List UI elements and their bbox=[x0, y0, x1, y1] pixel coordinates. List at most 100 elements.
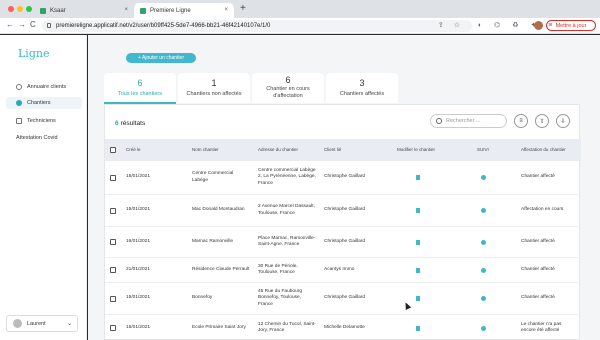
ksaar-favicon-icon bbox=[40, 7, 46, 14]
table-row[interactable]: 15/01/2021 Ecole Primaire Saint Jory 12 … bbox=[105, 315, 581, 340]
upload-button[interactable]: ⇧ bbox=[535, 114, 549, 128]
column-header[interactable]: Modifier le chantier bbox=[397, 139, 435, 161]
created-date: 16/01/2021 bbox=[126, 238, 151, 244]
linked-client: Christophe Gaillard bbox=[324, 207, 366, 213]
profile-avatar[interactable] bbox=[534, 21, 543, 30]
column-header[interactable]: Client lié bbox=[324, 139, 341, 161]
address-bar[interactable]: premiereligne.applicatif.net/v2/user/b09… bbox=[42, 20, 472, 32]
table-row[interactable]: 15/01/2021 Bonnefoy 45 Rue du Faubourg B… bbox=[105, 283, 581, 315]
linked-client: Christophe Gaillard bbox=[324, 238, 366, 244]
view-icon[interactable] bbox=[481, 227, 486, 257]
user-name: Laurent bbox=[27, 320, 46, 327]
window-minimize-button[interactable] bbox=[17, 6, 23, 12]
filter-button[interactable]: ≡ bbox=[514, 114, 528, 128]
table-header: Créé le Nom chantier Adresse du chantier… bbox=[105, 139, 581, 161]
chantier-address: 2 Avenue Marcel Dassault, Toulouse, Fran… bbox=[258, 204, 315, 216]
update-browser-button[interactable]: Mettre à jour bbox=[546, 20, 596, 31]
edit-icon[interactable] bbox=[416, 315, 420, 340]
chantier-name: Marnac Ramonville bbox=[192, 238, 234, 244]
column-header[interactable]: Nom chantier bbox=[192, 139, 219, 161]
assignment-status: Chantier affecté bbox=[521, 266, 555, 272]
table-row[interactable]: 16/01/2021 Marnac Ramonville Place Marna… bbox=[105, 227, 581, 258]
edit-icon[interactable] bbox=[416, 195, 420, 226]
table-row[interactable]: 15/01/2021 Mac Donald Montaudran 2 Avenu… bbox=[105, 195, 581, 227]
back-button[interactable]: ← bbox=[6, 20, 14, 29]
reload-button[interactable]: C bbox=[30, 20, 36, 29]
row-checkbox[interactable] bbox=[110, 325, 116, 331]
results-count: 6 résultats bbox=[115, 120, 145, 127]
assignment-status: Affectation en cours bbox=[521, 207, 564, 213]
premiere-ligne-favicon-icon bbox=[140, 7, 146, 14]
chantier-address: Place Marnac, Ramonville-Saint-Agne, Fra… bbox=[258, 235, 316, 247]
filter-label: Tous les chantiers bbox=[117, 91, 163, 97]
view-icon[interactable] bbox=[481, 315, 486, 340]
view-icon[interactable] bbox=[481, 161, 486, 194]
browser-tab-premiere-ligne[interactable]: Premiere Ligne × bbox=[134, 3, 234, 18]
browser-tab-ksaar[interactable]: Ksaar × bbox=[34, 3, 134, 18]
chantier-name: Mac Donald Montaudran bbox=[192, 207, 245, 213]
filter-tab-all[interactable]: 6 Tous les chantiers bbox=[104, 73, 176, 104]
select-all-checkbox[interactable] bbox=[110, 147, 116, 153]
filter-tab-in-progress[interactable]: 6 Chantier en cours d'affectation bbox=[252, 73, 324, 103]
assignment-status: Chantier affecté bbox=[521, 174, 555, 180]
linked-client: Christophe Gaillard bbox=[324, 295, 366, 301]
row-checkbox[interactable] bbox=[110, 239, 116, 245]
chantier-address: 45 Rue du Faubourg Bonnefoy, Toulouse, F… bbox=[258, 289, 303, 307]
upload-icon: ⇧ bbox=[539, 118, 545, 125]
sidebar-item-techniciens[interactable]: Techniciens bbox=[6, 115, 82, 127]
window-close-button[interactable] bbox=[8, 6, 14, 12]
row-checkbox[interactable] bbox=[110, 175, 116, 181]
created-date: 15/01/2021 bbox=[126, 207, 151, 213]
filter-icon: ≡ bbox=[519, 118, 523, 124]
sidebar: Ligne Annuaire clients Chantiers Technic… bbox=[0, 35, 87, 340]
chantier-name: Bonnefoy bbox=[192, 295, 213, 301]
search-input[interactable]: Rechercher ... bbox=[430, 114, 507, 128]
user-menu[interactable]: Laurent ⌄ bbox=[6, 315, 78, 332]
share-icon[interactable]: ⇪ ☆ bbox=[438, 21, 464, 29]
edit-icon[interactable] bbox=[416, 283, 420, 314]
sidebar-item-attestation-covid[interactable]: Attestation Covid bbox=[6, 132, 82, 144]
view-icon[interactable] bbox=[481, 258, 486, 282]
tab-label: Premiere Ligne bbox=[150, 7, 191, 14]
close-icon[interactable]: × bbox=[124, 7, 128, 13]
table-row[interactable]: 21/01/2021 Résidence Claude Perrault 30 … bbox=[105, 258, 581, 283]
edit-icon[interactable] bbox=[416, 161, 420, 194]
filter-tab-assigned[interactable]: 3 Chantiers affectés bbox=[326, 73, 398, 103]
browser-toolbar: ← → C premiereligne.applicatif.net/v2/us… bbox=[0, 18, 600, 34]
edit-icon[interactable] bbox=[416, 258, 420, 282]
edit-icon[interactable] bbox=[416, 227, 420, 257]
chantiers-panel: 6 résultats Rechercher ... ≡ ⇧ ⇩ Créé le … bbox=[104, 104, 581, 340]
tab-label: Ksaar bbox=[50, 7, 66, 14]
chantier-name: Ecole Primaire Saint Jory bbox=[192, 324, 246, 330]
download-button[interactable]: ⇩ bbox=[556, 114, 570, 128]
sidebar-item-label: Techniciens bbox=[27, 118, 56, 124]
chantier-name: Résidence Claude Perrault bbox=[192, 266, 250, 272]
view-icon[interactable] bbox=[481, 195, 486, 226]
column-header[interactable]: Créé le bbox=[126, 139, 141, 161]
column-header[interactable]: Adresse du chantier bbox=[258, 139, 298, 161]
column-header[interactable]: SUIVI bbox=[477, 139, 489, 161]
filter-label: Chantiers non affectés bbox=[186, 91, 242, 97]
add-chantier-button[interactable]: + Ajouter un chantier bbox=[126, 53, 196, 63]
download-icon: ⇩ bbox=[560, 118, 566, 125]
new-tab-button[interactable]: + bbox=[240, 3, 246, 14]
sidebar-item-annuaire-clients[interactable]: Annuaire clients bbox=[6, 81, 82, 93]
sidebar-item-label: Annuaire clients bbox=[27, 84, 67, 90]
filter-tab-unassigned[interactable]: 1 Chantiers non affectés bbox=[178, 73, 250, 103]
view-icon[interactable] bbox=[481, 283, 486, 314]
close-icon[interactable]: × bbox=[224, 7, 228, 13]
chantier-address: 30 Rue de Périole, Toulouse, France bbox=[258, 263, 298, 275]
avatar bbox=[13, 319, 22, 328]
forward-button[interactable]: → bbox=[18, 20, 26, 29]
filter-count: 3 bbox=[359, 78, 365, 88]
column-header[interactable]: Affectation du chantier bbox=[521, 139, 571, 161]
sidebar-item-chantiers[interactable]: Chantiers bbox=[6, 97, 82, 109]
table-row[interactable]: 15/01/2021 Centre Commercial Labège Cent… bbox=[105, 161, 581, 195]
results-number: 6 bbox=[115, 120, 119, 127]
linked-client: Michelle Delamotte bbox=[324, 324, 365, 330]
site-icon bbox=[16, 100, 22, 106]
row-checkbox[interactable] bbox=[110, 267, 116, 273]
window-maximize-button[interactable] bbox=[26, 6, 32, 12]
row-checkbox[interactable] bbox=[110, 208, 116, 214]
row-checkbox[interactable] bbox=[110, 296, 116, 302]
